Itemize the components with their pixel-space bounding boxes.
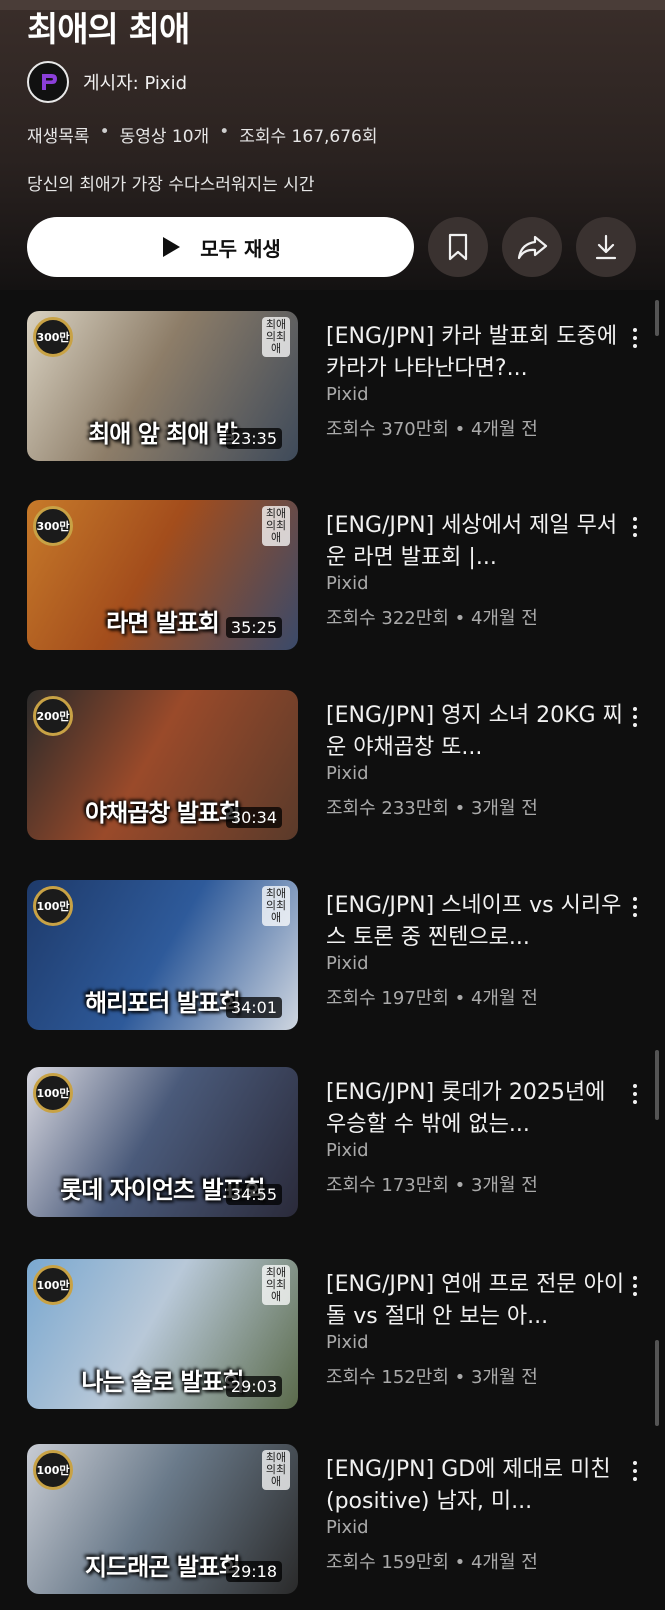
share-icon xyxy=(517,235,548,260)
series-logo: 최애의최애 xyxy=(262,506,290,546)
views-badge: 100만 xyxy=(33,886,73,926)
views-badge: 100만 xyxy=(33,1073,73,1113)
channel-name[interactable]: Pixid xyxy=(326,1140,369,1161)
scrollbar-thumb[interactable] xyxy=(655,300,659,336)
playlist-meta: 재생목록 • 동영상 10개 • 조회수 167,676회 xyxy=(27,122,378,147)
duration-badge: 23:35 xyxy=(225,428,282,449)
meta-type: 재생목록 xyxy=(27,127,90,147)
video-stats: 조회수 159만회 • 4개월 전 xyxy=(326,1552,538,1573)
play-all-button[interactable]: 모두 재생 xyxy=(27,217,414,277)
scrollbar-thumb[interactable] xyxy=(655,1050,659,1120)
list-item[interactable]: 100만 최애의최애 지드래곤 발표회 29:18 [ENG/JPN] GD에 … xyxy=(27,1444,647,1594)
channel-name[interactable]: Pixid xyxy=(326,1332,369,1353)
more-options-icon[interactable] xyxy=(625,892,645,922)
views-badge: 100만 xyxy=(33,1265,73,1305)
series-logo: 최애의최애 xyxy=(262,1265,290,1305)
channel-name[interactable]: Pixid xyxy=(326,573,369,594)
more-options-icon[interactable] xyxy=(625,512,645,542)
playlist-title: 최애의 최애 xyxy=(27,10,190,50)
video-title[interactable]: [ENG/JPN] 카라 발표회 도중에 카라가 나타난다면?... xyxy=(326,321,626,385)
video-title[interactable]: [ENG/JPN] GD에 제대로 미친(positive) 남자, 미... xyxy=(326,1454,626,1518)
video-title[interactable]: [ENG/JPN] 세상에서 제일 무서운 라면 발표회 |... xyxy=(326,510,626,574)
channel-name[interactable]: Pixid xyxy=(326,1517,369,1538)
playlist-header: 최애의 최애 게시자: Pixid 재생목록 • 동영상 10개 • 조회수 1… xyxy=(0,0,665,290)
series-logo: 최애의최애 xyxy=(262,1450,290,1490)
pixid-logo-icon xyxy=(42,74,57,90)
more-options-icon[interactable] xyxy=(625,1271,645,1301)
duration-badge: 35:25 xyxy=(225,617,282,638)
bookmark-icon xyxy=(448,233,468,261)
video-thumbnail[interactable]: 100만 최애의최애 지드래곤 발표회 29:18 xyxy=(27,1444,298,1594)
list-item[interactable]: 100만 롯데 자이언츠 발표회 34:55 [ENG/JPN] 롯데가 202… xyxy=(27,1067,647,1217)
channel-name[interactable]: Pixid xyxy=(326,384,369,405)
separator-dot: • xyxy=(219,122,230,142)
video-stats: 조회수 370만회 • 4개월 전 xyxy=(326,419,538,440)
play-all-label: 모두 재생 xyxy=(200,236,281,261)
list-item[interactable]: 100만 최애의최애 해리포터 발표회 34:01 [ENG/JPN] 스네이프… xyxy=(27,880,647,1030)
owner-label[interactable]: 게시자: Pixid xyxy=(83,69,187,95)
views-badge: 300만 xyxy=(33,506,73,546)
duration-badge: 29:18 xyxy=(225,1561,282,1582)
duration-badge: 34:01 xyxy=(225,997,282,1018)
series-logo: 최애의최애 xyxy=(262,317,290,357)
list-item[interactable]: 300만 최애의최애 최애 앞 최애 발 23:35 [ENG/JPN] 카라 … xyxy=(27,311,647,461)
video-title[interactable]: [ENG/JPN] 스네이프 vs 시리우스 토론 중 찐텐으로... xyxy=(326,890,626,954)
channel-avatar[interactable] xyxy=(27,61,69,103)
video-thumbnail[interactable]: 300만 최애의최애 라면 발표회 35:25 xyxy=(27,500,298,650)
download-icon xyxy=(595,234,617,260)
scrollbar-thumb[interactable] xyxy=(655,1340,659,1426)
duration-badge: 30:34 xyxy=(225,807,282,828)
more-options-icon[interactable] xyxy=(625,1456,645,1486)
video-thumbnail[interactable]: 100만 최애의최애 나는 솔로 발표회 29:03 xyxy=(27,1259,298,1409)
views-badge: 200만 xyxy=(33,696,73,736)
more-options-icon[interactable] xyxy=(625,1079,645,1109)
download-button[interactable] xyxy=(576,217,636,277)
play-icon xyxy=(163,237,181,257)
meta-view-count: 조회수 167,676회 xyxy=(239,127,378,147)
video-title[interactable]: [ENG/JPN] 연애 프로 전문 아이돌 vs 절대 안 보는 아... xyxy=(326,1269,626,1333)
list-item[interactable]: 300만 최애의최애 라면 발표회 35:25 [ENG/JPN] 세상에서 제… xyxy=(27,500,647,650)
video-stats: 조회수 197만회 • 4개월 전 xyxy=(326,988,538,1009)
video-thumbnail[interactable]: 300만 최애의최애 최애 앞 최애 발 23:35 xyxy=(27,311,298,461)
save-playlist-button[interactable] xyxy=(428,217,488,277)
views-badge: 100만 xyxy=(33,1450,73,1490)
more-options-icon[interactable] xyxy=(625,323,645,353)
video-title[interactable]: [ENG/JPN] 롯데가 2025년에 우승할 수 밖에 없는... xyxy=(326,1077,626,1141)
list-item[interactable]: 100만 최애의최애 나는 솔로 발표회 29:03 [ENG/JPN] 연애 … xyxy=(27,1259,647,1409)
video-stats: 조회수 152만회 • 3개월 전 xyxy=(326,1367,538,1388)
duration-badge: 29:03 xyxy=(225,1376,282,1397)
playlist-description: 당신의 최애가 가장 수다스러워지는 시간 xyxy=(27,175,315,195)
share-button[interactable] xyxy=(502,217,562,277)
meta-video-count: 동영상 10개 xyxy=(119,127,210,147)
duration-badge: 34:55 xyxy=(225,1184,282,1205)
video-stats: 조회수 173만회 • 3개월 전 xyxy=(326,1175,538,1196)
series-logo: 최애의최애 xyxy=(262,886,290,926)
playlist-owner[interactable]: 게시자: Pixid xyxy=(27,61,187,103)
video-title[interactable]: [ENG/JPN] 영지 소녀 20KG 찌운 야채곱창 또... xyxy=(326,700,626,764)
video-stats: 조회수 233만회 • 3개월 전 xyxy=(326,798,538,819)
views-badge: 300만 xyxy=(33,317,73,357)
video-thumbnail[interactable]: 100만 롯데 자이언츠 발표회 34:55 xyxy=(27,1067,298,1217)
list-item[interactable]: 200만 야채곱창 발표회 30:34 [ENG/JPN] 영지 소녀 20KG… xyxy=(27,690,647,840)
video-stats: 조회수 322만회 • 4개월 전 xyxy=(326,608,538,629)
channel-name[interactable]: Pixid xyxy=(326,763,369,784)
more-options-icon[interactable] xyxy=(625,702,645,732)
video-thumbnail[interactable]: 100만 최애의최애 해리포터 발표회 34:01 xyxy=(27,880,298,1030)
video-thumbnail[interactable]: 200만 야채곱창 발표회 30:34 xyxy=(27,690,298,840)
separator-dot: • xyxy=(99,122,110,142)
channel-name[interactable]: Pixid xyxy=(326,953,369,974)
